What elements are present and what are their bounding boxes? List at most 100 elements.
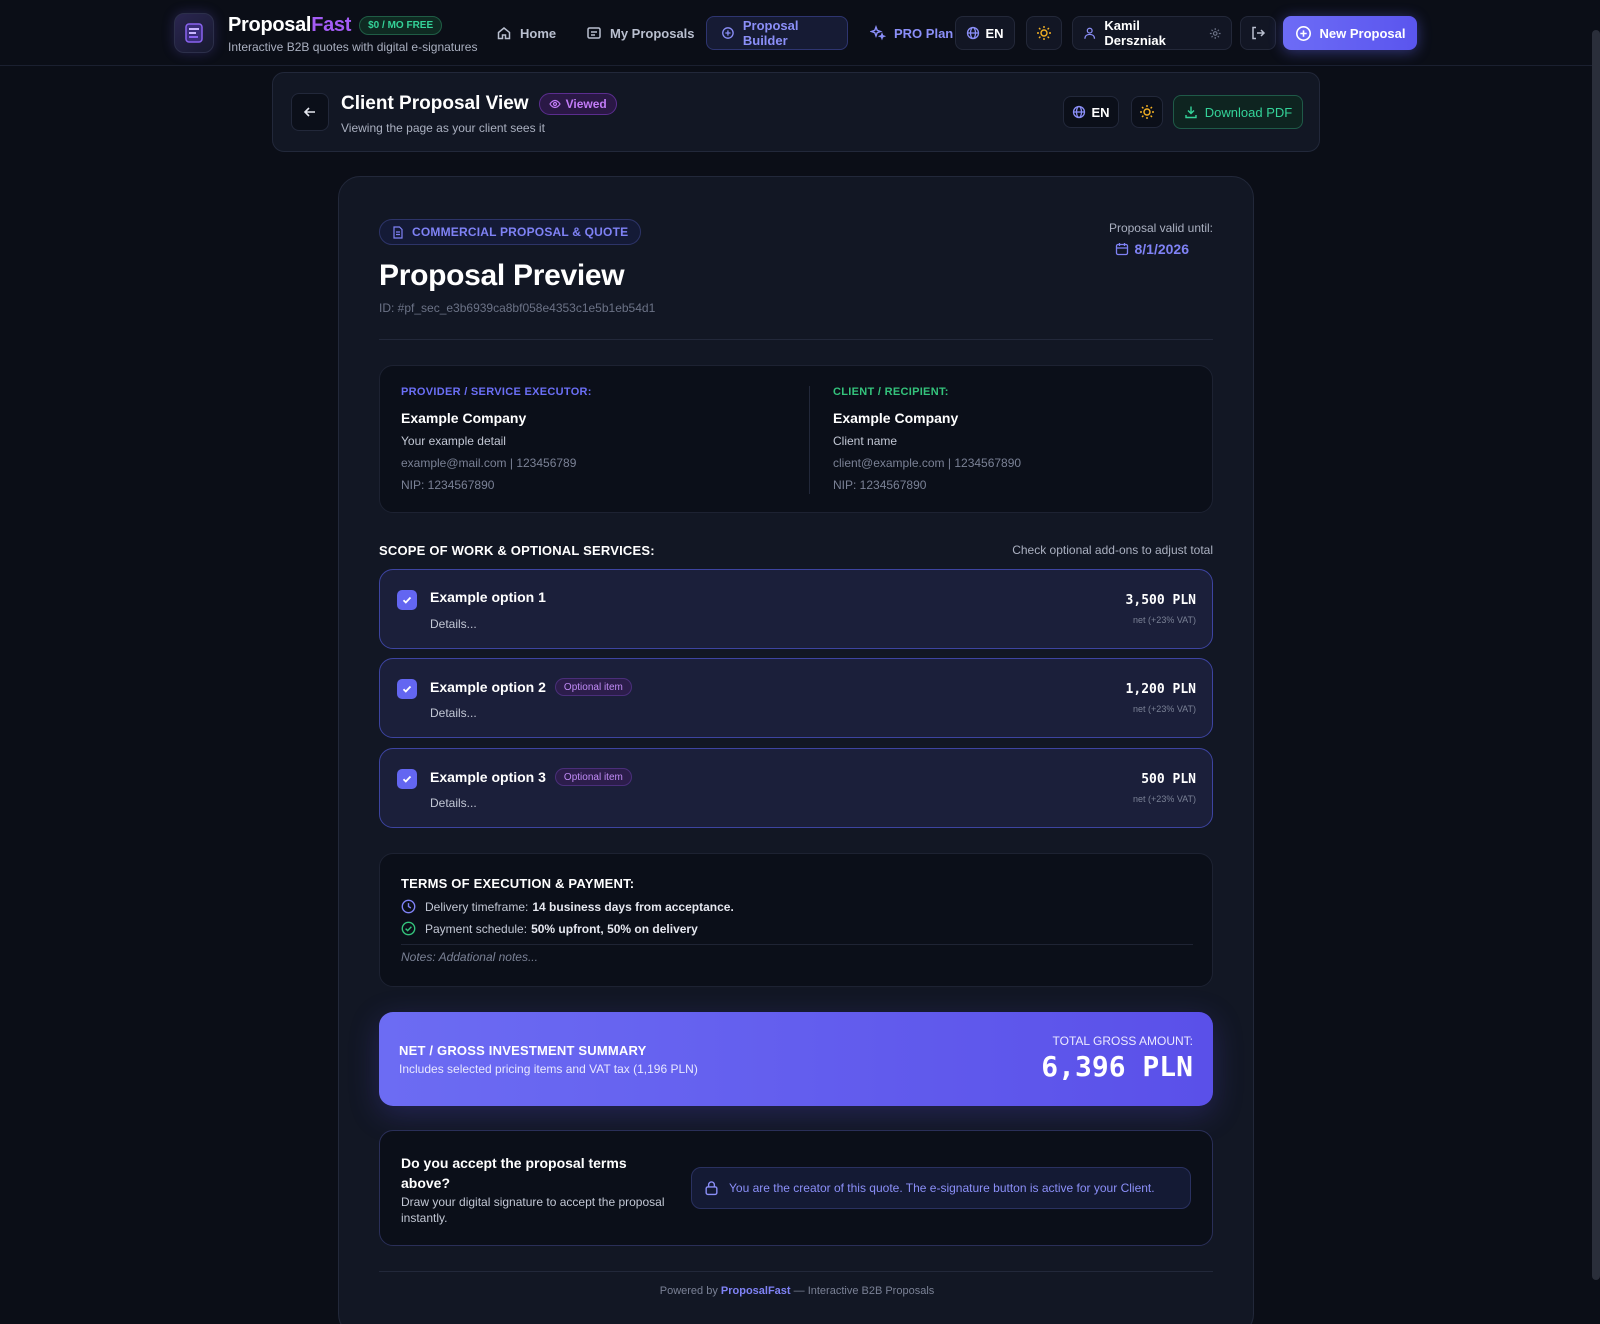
divider <box>379 339 1213 340</box>
option-title: Example option 2 <box>430 679 546 695</box>
provider-contact: example@mail.com | 123456789 <box>401 456 577 470</box>
proposal-id: ID: #pf_sec_e3b6939ca8bf058e4353c1e5b1eb… <box>379 301 656 315</box>
download-pdf-button[interactable]: Download PDF <box>1173 95 1303 129</box>
footer-brand-link[interactable]: ProposalFast <box>721 1285 791 1297</box>
proposal-card: COMMERCIAL PROPOSAL & QUOTE Proposal Pre… <box>338 176 1254 1324</box>
preview-language-switcher[interactable]: EN <box>1063 96 1119 128</box>
free-plan-badge: $0 / MO FREE <box>359 15 443 35</box>
option-details: Details... <box>430 706 477 720</box>
total-gross-label: TOTAL GROSS AMOUNT: <box>1052 1034 1193 1048</box>
option-checkbox[interactable] <box>397 679 417 699</box>
client-detail: Client name <box>833 434 898 448</box>
new-proposal-button[interactable]: New Proposal <box>1283 16 1417 50</box>
language-label: EN <box>985 25 1004 41</box>
divider <box>401 944 1193 945</box>
preview-theme-toggle[interactable] <box>1131 96 1163 128</box>
calendar-icon <box>1115 243 1128 256</box>
nav-pro-plan[interactable]: PRO Plan <box>860 16 963 50</box>
download-icon <box>1185 106 1197 119</box>
proposal-title: Proposal Preview <box>379 259 625 292</box>
creator-notice: You are the creator of this quote. The e… <box>691 1167 1191 1209</box>
globe-icon <box>967 26 980 40</box>
option-checkbox[interactable] <box>397 590 417 610</box>
summary-subtitle: Includes selected pricing items and VAT … <box>399 1062 698 1076</box>
logout-icon <box>1252 26 1266 40</box>
acceptance-question: Do you accept the proposal terms above? <box>401 1155 627 1191</box>
delivery-timeframe: Delivery timeframe: 14 business days fro… <box>401 899 734 914</box>
payment-schedule: Payment schedule: 50% upfront, 50% on de… <box>401 921 698 936</box>
scope-option[interactable]: Example option 1 Details... 3,500 PLN ne… <box>379 569 1213 649</box>
plus-circle-icon <box>1295 25 1311 41</box>
brand-name: ProposalFast <box>228 13 352 36</box>
scope-heading: SCOPE OF WORK & OPTIONAL SERVICES: <box>379 543 655 558</box>
folder-icon <box>587 27 601 39</box>
nav-proposal-builder[interactable]: Proposal Builder <box>706 16 848 50</box>
logout-button[interactable] <box>1240 16 1276 50</box>
payment-label: Payment schedule: <box>425 921 528 936</box>
valid-until-label: Proposal valid until: <box>1108 221 1213 235</box>
client-heading: CLIENT / RECIPIENT: <box>833 386 949 398</box>
eye-icon <box>548 99 561 109</box>
nav-proposal-builder-label: Proposal Builder <box>742 18 799 48</box>
client-contact: client@example.com | 1234567890 <box>833 456 1022 470</box>
document-icon <box>393 225 403 239</box>
check-icon <box>402 685 412 693</box>
gear-icon[interactable] <box>1209 27 1221 40</box>
brand-tagline: Interactive B2B quotes with digital e-si… <box>228 40 478 54</box>
provider-info: PROVIDER / SERVICE EXECUTOR: Example Com… <box>401 386 781 492</box>
client-company: Example Company <box>833 410 959 426</box>
language-switcher[interactable]: EN <box>955 16 1015 50</box>
scope-option[interactable]: Example option 2 Optional item Details..… <box>379 658 1213 738</box>
brand-logo-icon <box>174 13 214 53</box>
theme-toggle[interactable] <box>1026 16 1062 50</box>
check-icon <box>402 596 412 604</box>
back-button[interactable] <box>291 93 329 131</box>
preview-language-label: EN <box>1091 104 1110 120</box>
option-details: Details... <box>430 617 477 631</box>
option-vat-note: net (+23% VAT) <box>1133 615 1196 625</box>
payment-value: 50% upfront, 50% on delivery <box>531 921 698 936</box>
nav-home-label: Home <box>520 25 557 41</box>
investment-summary: NET / GROSS INVESTMENT SUMMARY Includes … <box>379 1012 1213 1106</box>
creator-notice-text: You are the creator of this quote. The e… <box>729 1181 1155 1195</box>
nav-pro-plan-label: PRO Plan <box>894 25 954 41</box>
option-price: 500 PLN <box>1141 772 1196 787</box>
page-scrollbar[interactable] <box>1592 30 1600 1280</box>
acceptance-instructions: Draw your digital signature to accept th… <box>401 1195 665 1225</box>
user-menu[interactable]: Kamil Derszniak <box>1072 16 1232 50</box>
scope-option[interactable]: Example option 3 Optional item Details..… <box>379 748 1213 828</box>
summary-heading: NET / GROSS INVESTMENT SUMMARY <box>399 1043 647 1058</box>
option-details: Details... <box>430 796 477 810</box>
lock-icon <box>705 1181 718 1196</box>
divider <box>809 386 810 494</box>
viewed-status-badge: Viewed <box>538 93 617 115</box>
scope-hint: Check optional add-ons to adjust total <box>1012 543 1213 557</box>
sparkles-icon <box>870 25 886 41</box>
total-gross-amount: 6,396 PLN <box>1041 1050 1193 1083</box>
client-info: CLIENT / RECIPIENT: Example Company Clie… <box>833 386 1213 492</box>
viewed-status-label: Viewed <box>565 97 607 111</box>
sun-icon <box>1140 105 1154 119</box>
valid-until-date: 8/1/2026 <box>1115 241 1189 257</box>
home-icon <box>497 27 511 40</box>
brand[interactable]: ProposalFast $0 / MO FREE Interactive B2… <box>174 12 477 54</box>
nav-my-proposals[interactable]: My Proposals <box>576 16 705 50</box>
nav-home[interactable]: Home <box>486 16 566 50</box>
parties-panel: PROVIDER / SERVICE EXECUTOR: Example Com… <box>379 365 1213 513</box>
option-vat-note: net (+23% VAT) <box>1133 704 1196 714</box>
option-checkbox[interactable] <box>397 769 417 789</box>
download-pdf-label: Download PDF <box>1204 104 1293 120</box>
top-navigation-bar: ProposalFast $0 / MO FREE Interactive B2… <box>0 0 1600 66</box>
nav-my-proposals-label: My Proposals <box>610 25 695 41</box>
arrow-left-icon <box>303 107 315 117</box>
option-title: Example option 3 <box>430 769 546 785</box>
document-type-label: COMMERCIAL PROPOSAL & QUOTE <box>412 225 629 239</box>
view-subtitle: Viewing the page as your client sees it <box>341 121 545 135</box>
acceptance-panel: Do you accept the proposal terms above? … <box>379 1130 1213 1246</box>
footer-powered-by: Powered by <box>659 1285 718 1297</box>
option-price: 3,500 PLN <box>1125 593 1196 608</box>
terms-heading: TERMS OF EXECUTION & PAYMENT: <box>401 876 635 891</box>
new-proposal-label: New Proposal <box>1319 25 1406 41</box>
clock-icon <box>401 899 416 914</box>
option-price: 1,200 PLN <box>1125 682 1196 697</box>
